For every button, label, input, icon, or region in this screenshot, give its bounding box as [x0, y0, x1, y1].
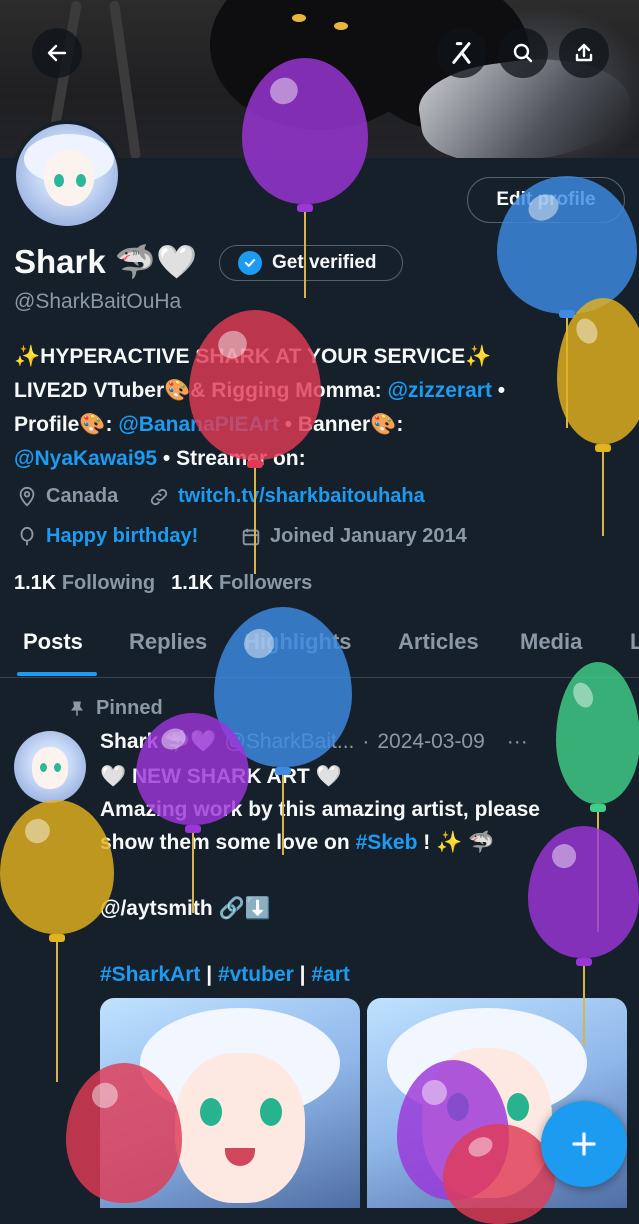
post-author-handle[interactable]: @SharkBait... [225, 730, 355, 754]
pinned-indicator: Pinned [68, 697, 163, 720]
followers-label: Followers [218, 572, 313, 594]
pinned-label: Pinned [96, 697, 163, 719]
post-line-3: show them some love on #Skeb ! ✨ 🦈 [100, 831, 495, 854]
website-link[interactable]: twitch.tv/sharkbaitouhaha [178, 485, 425, 508]
post-date[interactable]: 2024-03-09 [377, 730, 484, 754]
search-button[interactable] [498, 28, 548, 78]
follow-stats: 1.1K Following 1.1K Followers [14, 572, 312, 595]
bio-line-1: ✨HYPERACTIVE SHARK AT YOUR SERVICE✨ [14, 345, 492, 368]
back-button[interactable] [32, 28, 82, 78]
bio-line-2: LIVE2D VTuber🎨& Rigging Momma: @zizzerar… [14, 379, 506, 402]
joined-text: Joined January 2014 [270, 525, 467, 547]
verified-badge-icon [238, 251, 262, 275]
avatar-eye-left [54, 174, 64, 187]
tab-articles[interactable]: Articles [398, 629, 479, 655]
location-row: Canada [16, 485, 118, 508]
bio-line-4: @NyaKawai95 • Streamer on: [14, 447, 306, 470]
grok-button[interactable] [437, 28, 487, 78]
post-line-2: Amazing work by this amazing artist, ple… [100, 798, 540, 821]
post-header: Shark 🦈🤍 @SharkBait... · 2024-03-09 ··· [100, 730, 528, 754]
location-text: Canada [46, 485, 119, 507]
grok-icon [452, 42, 471, 64]
hashtag-art[interactable]: #art [311, 963, 350, 986]
post-more-icon[interactable]: ··· [507, 730, 528, 754]
bio-mention-bananapieart[interactable]: @BananaPIEArt [118, 413, 279, 436]
post-separator: · [362, 730, 370, 753]
following-stat[interactable]: 1.1K Following [14, 572, 155, 595]
post-line-1: 🤍 NEW SHARK ART 🤍 [100, 765, 342, 788]
website-row[interactable]: twitch.tv/sharkbaitouhaha [148, 485, 425, 508]
post-image-1[interactable] [100, 998, 360, 1208]
avatar-eye-right [76, 174, 86, 187]
search-icon [513, 43, 533, 63]
tab-replies[interactable]: Replies [129, 629, 207, 655]
joined-row: Joined January 2014 [240, 525, 467, 548]
hashtag-vtuber[interactable]: #vtuber [218, 963, 294, 986]
bio-line-3: Profile🎨: @BananaPIEArt • Banner🎨: [14, 413, 404, 436]
compose-plus-icon [572, 1132, 596, 1156]
get-verified-button[interactable]: Get verified [219, 245, 403, 281]
art2-eye-right [507, 1093, 529, 1121]
post-line-4: @/aytsmith 🔗⬇️ [100, 897, 271, 920]
balloon-icon [20, 526, 34, 545]
banner-tree-mid [108, 0, 142, 158]
link-icon [150, 488, 168, 505]
post-avatar-eye-left [40, 763, 47, 772]
tab-highlights[interactable]: Highlights [244, 629, 352, 655]
post-author-name[interactable]: Shark 🦈🤍 [100, 730, 217, 754]
calendar-icon [242, 528, 260, 545]
avatar-face [44, 150, 94, 206]
profile-tabs: Posts Replies Highlights Articles Media … [0, 610, 639, 678]
bio-mention-zizzerart[interactable]: @zizzerart [387, 379, 492, 402]
birthday-text[interactable]: Happy birthday! [46, 525, 198, 548]
post-body: 🤍 NEW SHARK ART 🤍 Amazing work by this a… [100, 760, 630, 991]
balloon-yellow-left [0, 800, 114, 1082]
edit-profile-button[interactable]: Edit profile [467, 177, 625, 223]
art2-face [422, 1048, 552, 1198]
post-avatar-face [32, 747, 68, 789]
arrow-left-icon [47, 44, 67, 62]
profile-handle: @SharkBaitOuHa [14, 290, 182, 313]
get-verified-label: Get verified [272, 252, 377, 273]
art1-face [175, 1053, 305, 1203]
post-tags: #SharkArt | #vtuber | #art [100, 963, 350, 986]
display-name: Shark 🦈🤍 [14, 243, 198, 280]
profile-bio: ✨HYPERACTIVE SHARK AT YOUR SERVICE✨ LIVE… [14, 340, 629, 476]
art1-eye-right [260, 1098, 282, 1126]
hashtag-skeb[interactable]: #Skeb [356, 831, 418, 854]
banner-character-eye-right [334, 22, 348, 30]
hashtag-sharkart[interactable]: #SharkArt [100, 963, 200, 986]
active-tab-indicator [17, 672, 97, 676]
tab-posts[interactable]: Posts [23, 629, 83, 655]
bio-mention-nyakawai95[interactable]: @NyaKawai95 [14, 447, 157, 470]
tab-likes[interactable]: L [630, 629, 639, 655]
following-label: Following [61, 572, 156, 594]
profile-avatar[interactable] [12, 120, 122, 230]
compose-button[interactable] [541, 1101, 627, 1187]
share-icon [575, 43, 593, 62]
art1-eye-left [200, 1098, 222, 1126]
post-author-avatar[interactable] [14, 731, 86, 803]
banner-character-eye-left [292, 14, 306, 22]
pin-icon [71, 701, 83, 716]
post-blank-line-2 [100, 925, 630, 958]
location-pin-icon [19, 486, 35, 507]
post-avatar-eye-right [54, 763, 61, 772]
share-button[interactable] [559, 28, 609, 78]
followers-count: 1.1K [171, 572, 214, 594]
birthday-row[interactable]: Happy birthday! [16, 525, 198, 548]
art2-eye-left [447, 1093, 469, 1121]
following-count: 1.1K [14, 572, 57, 594]
tab-media[interactable]: Media [520, 629, 582, 655]
followers-stat[interactable]: 1.1K Followers [171, 572, 312, 595]
